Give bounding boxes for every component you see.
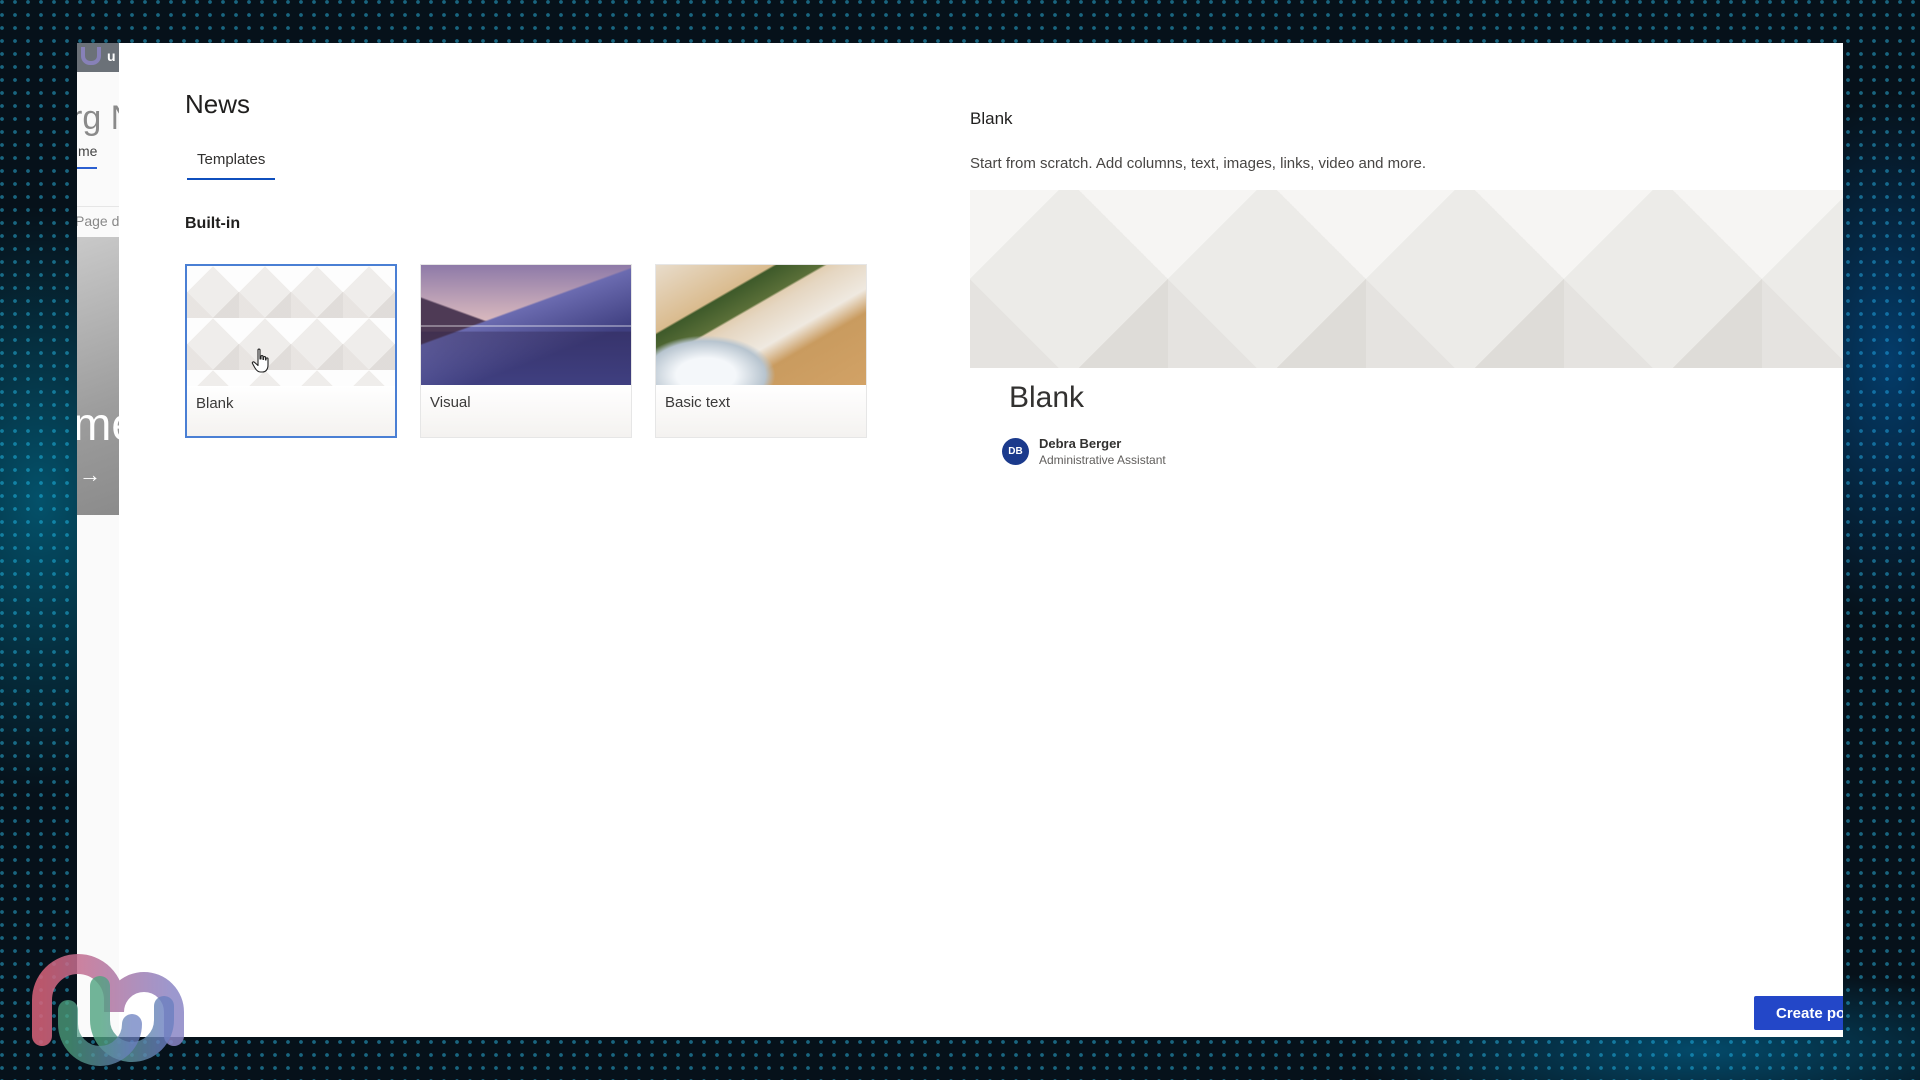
news-template-dialog: News Templates Built-in Blank Visual Bas… xyxy=(119,43,1843,1037)
author-name: Debra Berger xyxy=(1039,436,1122,451)
tab-templates[interactable]: Templates xyxy=(187,151,276,180)
preview-description: Start from scratch. Add columns, text, i… xyxy=(970,155,1427,172)
avatar: DB xyxy=(1002,438,1029,465)
template-card-basic-text[interactable]: Basic text xyxy=(655,264,867,438)
topbar-text: u xyxy=(107,48,116,64)
author-role: Administrative Assistant xyxy=(1039,453,1166,467)
template-thumbnail-basic-text xyxy=(656,265,866,385)
preview-author: DB Debra Berger Administrative Assistant xyxy=(1002,436,1166,467)
preview-page-title: Blank xyxy=(1009,381,1085,414)
background-site-nav-item[interactable]: me xyxy=(78,143,97,159)
template-card-blank[interactable]: Blank xyxy=(185,264,397,438)
preview-title: Blank xyxy=(970,109,1013,128)
dialog-title: News xyxy=(185,89,251,119)
template-thumbnail-blank xyxy=(187,266,395,386)
template-label: Basic text xyxy=(665,394,731,411)
tab-list: Templates xyxy=(187,151,276,180)
create-post-button[interactable]: Create po xyxy=(1754,996,1843,1030)
preview-banner-image xyxy=(970,190,1843,368)
site-logo-icon xyxy=(81,47,101,65)
arrow-right-icon[interactable]: → xyxy=(79,462,101,488)
preview-page-header: Blank DB Debra Berger Administrative Ass… xyxy=(982,368,1843,508)
template-label: Blank xyxy=(196,395,234,412)
template-card-visual[interactable]: Visual xyxy=(420,264,632,438)
template-thumbnail-visual xyxy=(421,265,631,385)
nav-underline xyxy=(77,167,97,169)
template-list: Blank Visual Basic text xyxy=(185,264,867,438)
section-label-built-in: Built-in xyxy=(185,215,241,232)
template-label: Visual xyxy=(430,394,471,411)
hand-pointer-icon xyxy=(251,348,269,373)
